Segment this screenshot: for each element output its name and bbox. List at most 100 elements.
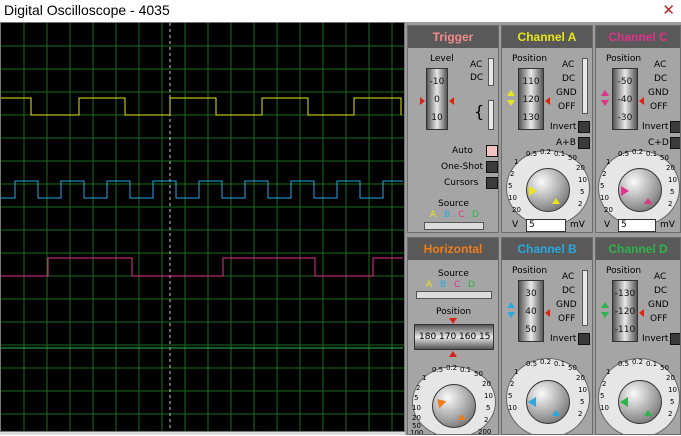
channel-d-position-drum[interactable]: -130 -120 -110 — [612, 280, 638, 342]
channel-a-gnd-label: GND — [556, 88, 577, 98]
channel-a-position-drum[interactable]: 110 120 130 — [518, 68, 544, 130]
channel-b-section: Channel B Position 30 40 50 AC DC GND OF… — [501, 237, 593, 435]
trigger-ac-label: AC — [470, 60, 483, 70]
horizontal-scale-label: 0.2 — [446, 364, 458, 372]
channel-a-scale-label: 0.1 — [554, 150, 566, 158]
trigger-source-label: Source — [438, 199, 469, 209]
trigger-level-drum[interactable]: -10 0 10 — [426, 68, 448, 130]
trigger-source-b: B — [444, 210, 451, 220]
channel-d-off-label: OFF — [650, 314, 668, 324]
channel-c-scale-label: 5 — [670, 188, 675, 196]
horizontal-source-a: A — [426, 280, 433, 290]
trigger-cursors-button[interactable] — [486, 177, 498, 189]
channel-b-marker-icon — [545, 309, 550, 317]
trigger-coupling-switch[interactable] — [488, 58, 494, 86]
horizontal-scale-label: 0.5 — [432, 366, 444, 374]
trigger-section: Trigger Level -10 0 10 AC DC { Auto One-… — [407, 25, 499, 233]
trigger-level-marker-left-icon — [420, 97, 425, 105]
horizontal-scale-label: 200 — [478, 428, 492, 435]
channel-b-scale-label: 1 — [514, 368, 519, 376]
trigger-level-tick: 0 — [434, 95, 440, 105]
channel-d-position-up-icon[interactable] — [601, 302, 609, 308]
trace-channel-c — [1, 257, 403, 277]
horizontal-fine-pointer-icon — [458, 414, 466, 420]
channel-d-ac-label: AC — [654, 272, 667, 282]
control-panel: Trigger Level -10 0 10 AC DC { Auto One-… — [405, 22, 681, 435]
horizontal-source-slider[interactable] — [416, 291, 492, 299]
channel-b-dc-label: DC — [562, 286, 576, 296]
channel-c-position-drum[interactable]: -50 -40 -30 — [612, 68, 638, 130]
trigger-one-shot-button[interactable] — [486, 161, 498, 173]
horizontal-section: Horizontal Source A B C D Position 180 1… — [407, 237, 499, 435]
trigger-level-tick: -10 — [429, 77, 445, 87]
channel-c-position-up-icon[interactable] — [601, 90, 609, 96]
channel-d-invert-button[interactable] — [670, 333, 680, 345]
channel-c-marker-icon — [639, 97, 644, 105]
channel-a-ac-label: AC — [562, 60, 575, 70]
horizontal-scale-label: 1 — [422, 374, 427, 382]
channel-b-scale-label: 5 — [508, 392, 513, 400]
channel-a-scale-label: 20 — [512, 206, 521, 214]
channel-c-title: Channel C — [596, 26, 680, 48]
trigger-edge-bracket-icon: { — [474, 102, 485, 121]
channel-c-add-label: C+D — [648, 138, 669, 148]
horizontal-drum-value: 160 — [459, 332, 477, 342]
channel-a-add-label: A+B — [556, 138, 576, 148]
channel-a-scale-label: 5 — [580, 188, 585, 196]
channel-b-off-label: OFF — [558, 314, 576, 324]
channel-a-scale-label: 5 — [508, 182, 513, 190]
channel-a-invert-button[interactable] — [578, 121, 590, 133]
channel-a-add-button[interactable] — [578, 137, 590, 149]
trigger-level-tick: 10 — [431, 113, 443, 123]
channel-b-invert-button[interactable] — [578, 333, 590, 345]
channel-a-value-box[interactable]: 5 — [526, 219, 566, 232]
channel-d-knob-pointer-icon — [620, 397, 628, 407]
channel-a-drum-value: 130 — [522, 113, 540, 123]
channel-c-position-down-icon[interactable] — [601, 100, 609, 106]
close-icon[interactable]: ✕ — [662, 1, 675, 19]
channel-a-position-up-icon[interactable] — [507, 90, 515, 96]
channel-a-coupling-switch[interactable] — [582, 58, 588, 114]
channel-d-drum-value: -130 — [614, 289, 636, 299]
channel-c-invert-button[interactable] — [670, 121, 680, 133]
trigger-source-d: D — [472, 210, 479, 220]
horizontal-position-label: Position — [436, 307, 472, 317]
trigger-source-slider[interactable] — [424, 222, 484, 230]
channel-a-scale-label: 0.5 — [526, 150, 538, 158]
channel-b-scale-label: 20 — [576, 374, 585, 382]
trigger-level-label: Level — [430, 54, 454, 64]
channel-c-scale-label: 0.2 — [632, 148, 644, 156]
channel-a-dc-label: DC — [562, 74, 576, 84]
channel-c-unit-label: mV — [660, 220, 675, 230]
channel-c-scale-label: 2 — [668, 200, 673, 208]
horizontal-scale-label: 5 — [414, 394, 419, 402]
channel-c-scale-label: 0.1 — [646, 150, 658, 158]
channel-c-add-button[interactable] — [670, 137, 680, 149]
trigger-auto-button[interactable] — [486, 145, 498, 157]
horizontal-source-label: Source — [438, 269, 469, 279]
trigger-one-shot-label: One-Shot — [441, 162, 484, 172]
horizontal-position-drum[interactable]: 180 170 160 15 — [414, 324, 494, 350]
channel-a-v-label: V — [512, 220, 519, 230]
channel-b-position-down-icon[interactable] — [507, 312, 515, 318]
channel-c-value-box[interactable]: 5 — [618, 219, 656, 232]
trigger-edge-switch[interactable] — [488, 100, 494, 130]
channel-d-scale-label: 5 — [670, 398, 675, 406]
channel-d-position-label: Position — [606, 266, 642, 276]
channel-a-off-label: OFF — [558, 102, 576, 112]
channel-a-fine-pointer-icon — [552, 198, 560, 204]
trigger-source-c: C — [458, 210, 465, 220]
channel-b-position-drum[interactable]: 30 40 50 — [518, 280, 544, 342]
channel-b-scale-label: 5 — [580, 398, 585, 406]
channel-a-scale-label: 20 — [576, 164, 585, 172]
horizontal-scale-label: 2 — [484, 416, 489, 424]
channel-c-fine-pointer-icon — [644, 198, 652, 204]
channel-b-ac-label: AC — [562, 272, 575, 282]
channel-d-scale-label: 5 — [600, 392, 605, 400]
channel-a-position-down-icon[interactable] — [507, 100, 515, 106]
channel-b-coupling-switch[interactable] — [582, 270, 588, 326]
channel-b-position-up-icon[interactable] — [507, 302, 515, 308]
channel-a-scale-label: 10 — [508, 194, 517, 202]
trigger-dc-label: DC — [470, 73, 484, 83]
channel-d-position-down-icon[interactable] — [601, 312, 609, 318]
